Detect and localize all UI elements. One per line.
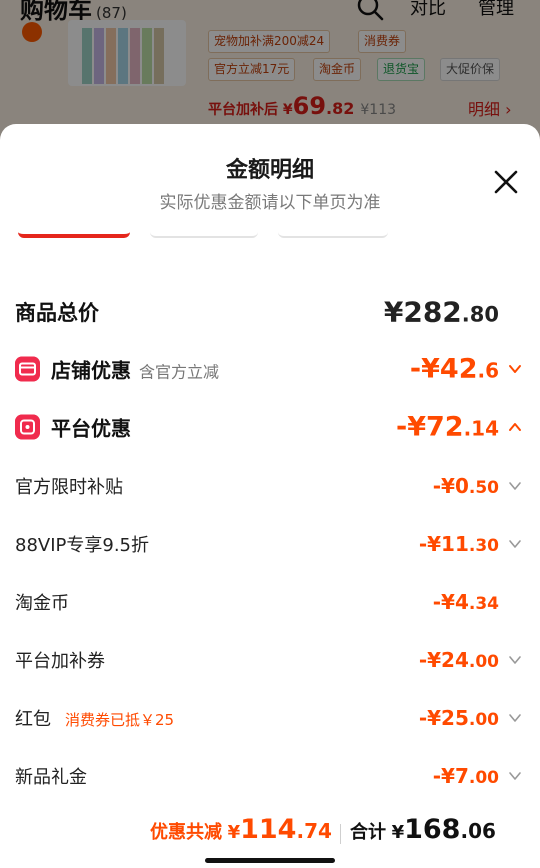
chevron-down-icon[interactable] — [508, 769, 522, 783]
tab-strip — [0, 224, 540, 242]
discount-item-label: 官方限时补贴 — [15, 477, 123, 498]
store-discount-row[interactable]: 店铺优惠 含官方立减 -¥42.6 — [0, 349, 540, 389]
discount-item-amount: -¥7.00 — [432, 764, 499, 788]
chevron-down-icon[interactable] — [508, 479, 522, 493]
chevron-down-icon[interactable] — [508, 362, 522, 376]
store-discount-amount: -¥42.6 — [409, 353, 499, 385]
sheet-subtitle: 实际优惠金额请以下单页为准 — [159, 193, 381, 213]
discount-item-label: 88VIP专享9.5折 — [15, 535, 150, 556]
chevron-down-icon[interactable] — [508, 711, 522, 725]
discount-item-row[interactable]: 新品礼金 -¥7.00 — [0, 756, 540, 796]
discount-item-label: 红包 — [15, 709, 51, 730]
home-indicator[interactable] — [205, 858, 335, 863]
amount-detail-sheet: 金额明细 实际优惠金额请以下单页为准 商品总价 ¥282.80 店铺优惠 含官方立… — [0, 124, 540, 868]
store-discount-label: 店铺优惠 含官方立减 — [51, 358, 220, 383]
divider — [340, 824, 341, 844]
discount-item-row[interactable]: 红包 消费券已抵￥25 -¥25.00 — [0, 698, 540, 738]
discount-item-amount: -¥0.50 — [432, 474, 499, 498]
total-discount: 优惠共减 ¥114.74 — [150, 814, 332, 845]
store-discount-note: 含官方立减 — [139, 362, 220, 382]
discount-item-amount: -¥24.00 — [418, 648, 499, 672]
discount-item-row[interactable]: 官方限时补贴 -¥0.50 — [0, 466, 540, 506]
tab-indicator[interactable] — [150, 224, 258, 238]
goods-total-row: 商品总价 ¥282.80 — [0, 292, 540, 332]
chevron-down-icon[interactable] — [508, 653, 522, 667]
platform-discount-label: 平台优惠 — [51, 416, 131, 441]
goods-total-amount: ¥282.80 — [383, 295, 499, 329]
summary-footer: 优惠共减 ¥114.74 合计 ¥168.06 — [0, 810, 540, 854]
close-icon[interactable] — [490, 166, 522, 198]
tab-active-indicator[interactable] — [18, 224, 130, 238]
discount-item-row: 淘金币 -¥4.34 — [0, 582, 540, 622]
discount-item-row[interactable]: 平台加补券 -¥24.00 — [0, 640, 540, 680]
chevron-down-icon[interactable] — [508, 537, 522, 551]
grand-total: 合计 ¥168.06 — [350, 814, 496, 845]
discount-item-amount: -¥4.34 — [432, 590, 499, 614]
platform-discount-row[interactable]: 平台优惠 -¥72.14 — [0, 407, 540, 447]
platform-discount-amount: -¥72.14 — [395, 411, 499, 443]
tab-indicator[interactable] — [278, 224, 388, 238]
sheet-title: 金额明细 — [225, 158, 314, 183]
discount-item-label: 平台加补券 — [15, 651, 105, 672]
discount-item-label: 淘金币 — [15, 593, 69, 614]
goods-total-label: 商品总价 — [15, 301, 99, 325]
discount-item-label: 新品礼金 — [15, 767, 87, 788]
discount-item-note: 消费券已抵￥25 — [65, 711, 175, 729]
discount-item-amount: -¥25.00 — [418, 706, 499, 730]
discount-item-amount: -¥11.30 — [418, 532, 499, 556]
chevron-up-icon[interactable] — [508, 420, 522, 434]
discount-item-row[interactable]: 88VIP专享9.5折 -¥11.30 — [0, 524, 540, 564]
